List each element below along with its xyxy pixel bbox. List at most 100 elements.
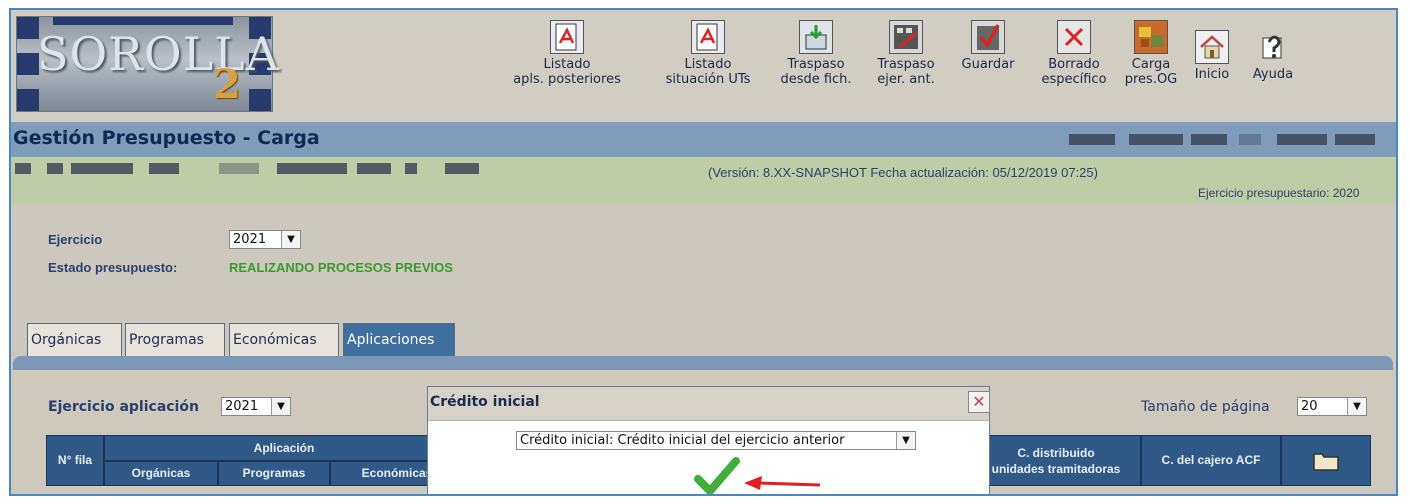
tamano-pagina-select[interactable]: 20 ▼ (1297, 397, 1367, 416)
redacted-text (15, 163, 31, 174)
budget-load-icon (1134, 20, 1168, 54)
toolbar-label: Guardar (961, 57, 1015, 72)
help-question-icon (1256, 30, 1290, 64)
toolbar-label: Carga (1131, 57, 1171, 72)
redacted-user-info (1069, 134, 1115, 145)
column-header-c-distribuido[interactable]: C. distribuido unidades tramitadoras (971, 435, 1141, 486)
redacted-text (71, 163, 133, 174)
logo-bar (53, 17, 233, 25)
title-bar: Gestión Presupuesto - Carga (11, 122, 1396, 157)
tamano-pagina-value: 20 (1301, 399, 1318, 414)
inicio-button[interactable]: Inicio (1185, 30, 1239, 82)
listado-situacion-uts-button[interactable]: Listado situación UTs (643, 20, 773, 87)
column-header-programas[interactable]: Programas (218, 461, 330, 486)
home-icon (1195, 30, 1229, 64)
tamano-pagina-label: Tamaño de página (1141, 399, 1270, 415)
ejercicio-aplicacion-select[interactable]: 2021 ▼ (221, 397, 291, 416)
tab-economicas[interactable]: Económicas (229, 323, 339, 356)
pdf-report-icon (691, 20, 725, 54)
save-check-icon (971, 20, 1005, 54)
logo-word: SOROLLA (37, 27, 280, 81)
redacted-text (405, 163, 417, 174)
delete-x-icon (1057, 20, 1091, 54)
dialog-titlebar: Crédito inicial ✕ (428, 387, 990, 421)
c-distribuido-line1: C. distribuido (1017, 446, 1095, 460)
toolbar-label: Traspaso (877, 57, 935, 72)
tab-programas[interactable]: Programas (125, 323, 225, 356)
version-info: (Versión: 8.XX-SNAPSHOT Fecha actualizac… (708, 165, 1098, 180)
red-arrow-indicator (744, 476, 821, 490)
app-window: SOROLLA 2 Listado apls. posteriores List… (9, 8, 1398, 496)
redacted-user-info (1335, 134, 1375, 145)
file-import-icon (799, 20, 833, 54)
sorolla-logo: SOROLLA 2 (16, 16, 279, 112)
traspaso-desde-fich-button[interactable]: Traspaso desde fich. (773, 20, 859, 87)
column-header-aplicacion: Aplicación (104, 435, 464, 461)
borrado-especifico-button[interactable]: Borrado específico (1037, 20, 1111, 87)
redacted-user-info (1191, 134, 1227, 145)
chevron-down-icon: ▼ (1347, 398, 1366, 415)
chevron-down-icon: ▼ (896, 432, 915, 449)
redacted-user-info (1277, 134, 1327, 145)
dialog-title: Crédito inicial (430, 394, 540, 410)
column-header-nfila[interactable]: N° fila (46, 435, 104, 486)
toolbar-label: Listado (543, 57, 591, 72)
guardar-button[interactable]: Guardar (951, 20, 1025, 72)
ejercicio-presupuestario: Ejercicio presupuestario: 2020 (1198, 186, 1360, 200)
export-column-header[interactable] (1281, 435, 1371, 486)
ejercicio-aplicacion-label: Ejercicio aplicación (48, 399, 199, 415)
toolbar-label: Borrado (1048, 57, 1100, 72)
ejercicio-value: 2021 (233, 232, 267, 247)
credito-inicial-dialog: Crédito inicial ✕ Crédito inicial: Crédi… (427, 386, 990, 496)
ejercicio-select[interactable]: 2021 ▼ (229, 230, 301, 249)
estado-value: REALIZANDO PROCESOS PREVIOS (229, 260, 453, 275)
tab-organicas[interactable]: Orgánicas (27, 323, 122, 356)
toolbar-label: apls. posteriores (513, 72, 621, 87)
column-header-c-cajero[interactable]: C. del cajero ACF (1141, 435, 1281, 486)
logo-square (17, 17, 39, 39)
calculator-transfer-icon (889, 20, 923, 54)
pdf-report-icon (550, 20, 584, 54)
listado-apls-posteriores-button[interactable]: Listado apls. posteriores (497, 20, 637, 87)
toolbar-label: específico (1041, 72, 1107, 87)
page-title: Gestión Presupuesto - Carga (13, 127, 320, 149)
logo-square (17, 53, 39, 75)
credito-inicial-select[interactable]: Crédito inicial: Crédito inicial del eje… (516, 431, 916, 450)
chevron-down-icon: ▼ (281, 231, 300, 248)
toolbar-label: Ayuda (1252, 67, 1294, 82)
redacted-text (47, 163, 63, 174)
toolbar-label: ejer. ant. (877, 72, 935, 87)
folder-icon (1313, 453, 1339, 471)
redacted-user-info (1129, 134, 1183, 145)
toolbar-label: Inicio (1194, 67, 1230, 82)
toolbar-label: pres.OG (1124, 72, 1178, 87)
redacted-text (219, 163, 259, 174)
header: SOROLLA 2 Listado apls. posteriores List… (11, 10, 1396, 122)
column-header-organicas[interactable]: Orgánicas (104, 461, 218, 486)
confirm-check-icon[interactable] (694, 457, 740, 496)
redacted-user-info (1239, 134, 1261, 145)
redacted-text (149, 163, 179, 174)
c-distribuido-line2: unidades tramitadoras (991, 462, 1121, 476)
chevron-down-icon: ▼ (271, 398, 290, 415)
ayuda-button[interactable]: Ayuda (1243, 30, 1303, 82)
carga-pres-og-button[interactable]: Carga pres.OG (1121, 20, 1181, 87)
traspaso-ejer-ant-button[interactable]: Traspaso ejer. ant. (867, 20, 945, 87)
redacted-text (445, 163, 479, 174)
toolbar-label: Listado (684, 57, 732, 72)
toolbar-label: Traspaso (787, 57, 845, 72)
close-icon[interactable]: ✕ (968, 391, 990, 413)
tab-aplicaciones[interactable]: Aplicaciones (343, 323, 455, 356)
ejercicio-aplicacion-value: 2021 (225, 399, 259, 414)
redacted-text (277, 163, 347, 174)
logo-square (249, 89, 271, 111)
toolbar-label: desde fich. (780, 72, 852, 87)
redacted-text (357, 163, 391, 174)
logo-number: 2 (213, 61, 241, 108)
logo-square (17, 89, 39, 111)
ejercicio-label: Ejercicio (48, 232, 103, 247)
credito-inicial-value: Crédito inicial: Crédito inicial del eje… (520, 433, 845, 448)
toolbar-label: situación UTs (665, 72, 751, 87)
estado-label: Estado presupuesto: (48, 260, 178, 275)
info-bar: (Versión: 8.XX-SNAPSHOT Fecha actualizac… (11, 157, 1396, 204)
